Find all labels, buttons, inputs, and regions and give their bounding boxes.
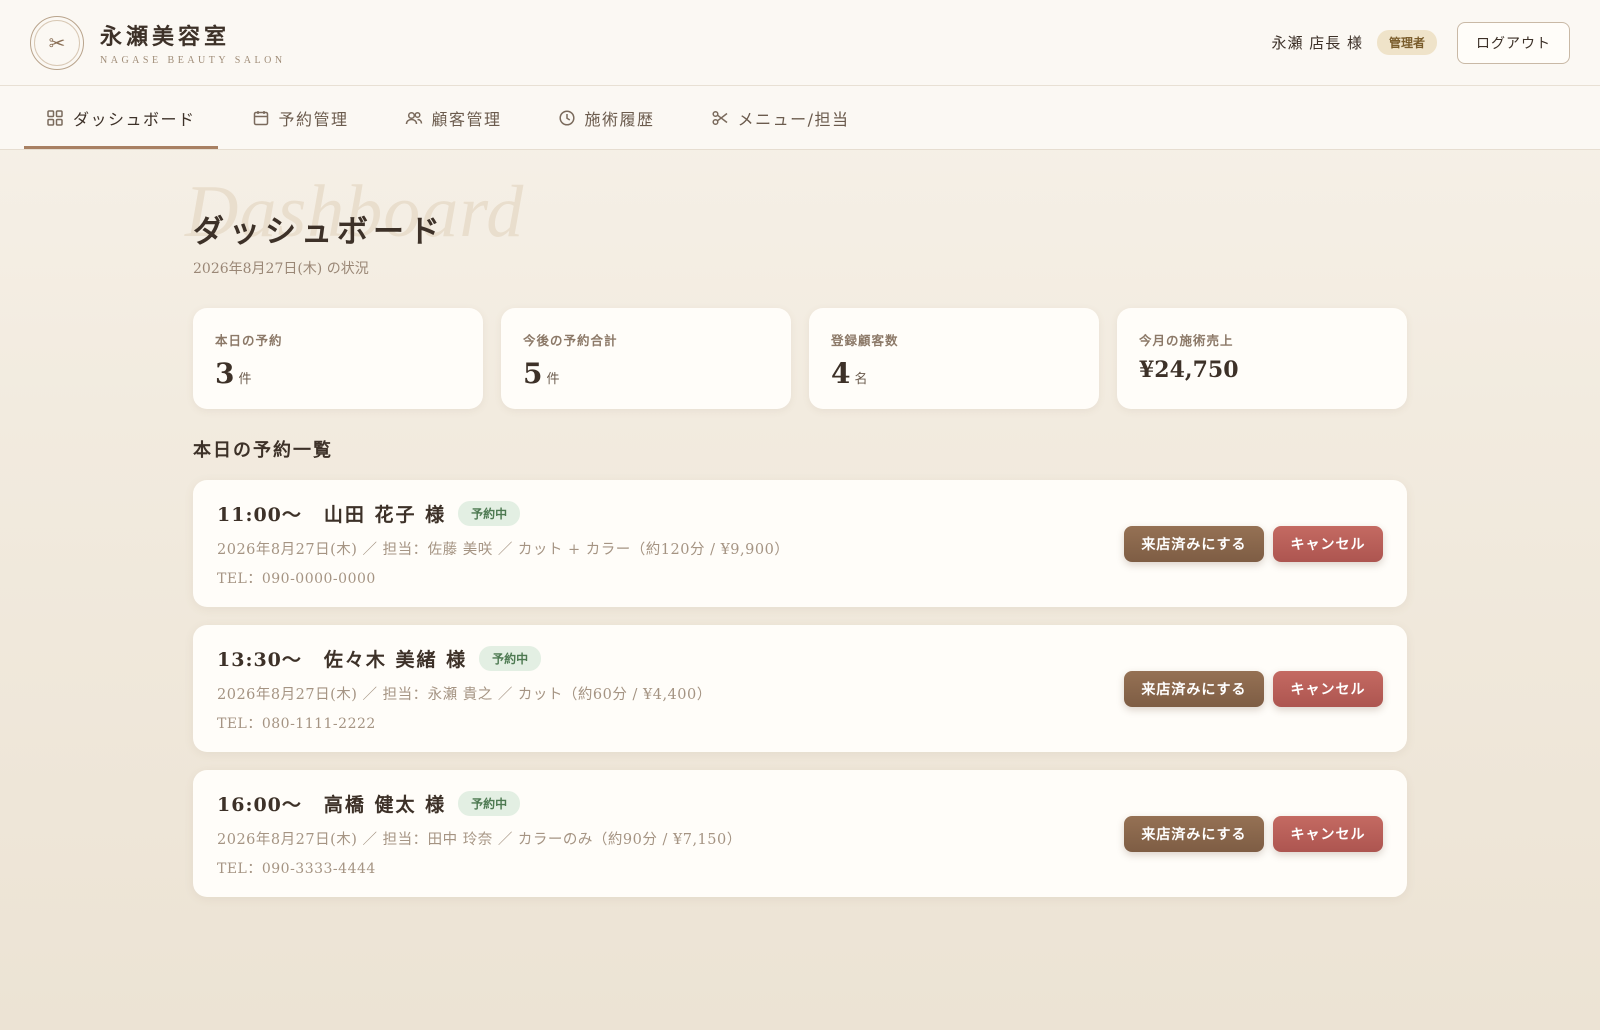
main-nav: ダッシュボード 予約管理 顧客管理 施術履歴 メニュー/担当	[0, 86, 1600, 150]
stat-label: 今後の予約合計	[523, 333, 618, 348]
stat-label: 本日の予約	[215, 333, 283, 348]
appointment-header: 16:00〜 高橋 健太 様 予約中	[217, 790, 1383, 817]
scissors-icon	[712, 110, 728, 125]
appointment-tel: TEL：090-0000-0000	[217, 571, 376, 587]
section-title: 本日の予約一覧	[193, 440, 333, 461]
mark-visited-button[interactable]: 来店済みにする	[1124, 671, 1264, 707]
status-badge: 予約中	[479, 646, 542, 671]
stat-label: 登録顧客数	[831, 333, 899, 348]
appointment-card: 13:30〜 佐々木 美緒 様 予約中 2026年8月27日(木) ／ 担当：永…	[193, 625, 1407, 752]
user-area: 永瀬 店長 様 管理者 ログアウト	[1271, 21, 1570, 64]
mark-visited-button[interactable]: 来店済みにする	[1124, 526, 1264, 562]
tab-label: 顧客管理	[431, 109, 502, 129]
appointment-tel: TEL：090-3333-4444	[217, 861, 376, 877]
appointment-list: 11:00〜 山田 花子 様 予約中 2026年8月27日(木) ／ 担当：佐藤…	[193, 480, 1407, 915]
stats-row: 本日の予約 3 件 今後の予約合計 5 件 登録顧客数 4 名 今月の施術売上 …	[193, 308, 1407, 409]
appointment-header: 13:30〜 佐々木 美緒 様 予約中	[217, 645, 1383, 672]
stat-unit: 件	[546, 372, 560, 387]
salon-name: 永瀬美容室	[100, 25, 231, 50]
stat-monthly-sales: 今月の施術売上 ¥24,750	[1117, 308, 1407, 409]
users-icon	[405, 111, 422, 124]
brand-text: 永瀬美容室 NAGASE BEAUTY SALON	[100, 19, 286, 66]
status-badge: 予約中	[458, 501, 521, 526]
appointment-header: 11:00〜 山田 花子 様 予約中	[217, 500, 1383, 527]
cancel-button[interactable]: キャンセル	[1273, 526, 1383, 562]
appointment-time: 11:00〜	[217, 504, 302, 526]
app-header: ✂ 永瀬美容室 NAGASE BEAUTY SALON 永瀬 店長 様 管理者 …	[0, 0, 1600, 86]
appointment-card: 16:00〜 高橋 健太 様 予約中 2026年8月27日(木) ／ 担当：田中…	[193, 770, 1407, 897]
clock-icon	[558, 109, 575, 126]
calendar-icon	[253, 110, 268, 125]
status-badge: 予約中	[458, 791, 521, 816]
stat-value: 5 件	[523, 357, 769, 390]
logout-button[interactable]: ログアウト	[1457, 21, 1570, 64]
tab-menu-staff[interactable]: メニュー/担当	[689, 86, 872, 149]
stat-registered-customers: 登録顧客数 4 名	[809, 308, 1099, 409]
stat-label: 今月の施術売上	[1139, 333, 1234, 348]
page-subtitle: 2026年8月27日(木) の状況	[193, 261, 369, 277]
appointment-time: 13:30〜	[217, 649, 302, 671]
user-name: 永瀬 店長 様	[1271, 34, 1363, 52]
tab-history[interactable]: 施術履歴	[536, 86, 677, 149]
cancel-button[interactable]: キャンセル	[1273, 816, 1383, 852]
appointment-card: 11:00〜 山田 花子 様 予約中 2026年8月27日(木) ／ 担当：佐藤…	[193, 480, 1407, 607]
appointment-tel: TEL：080-1111-2222	[217, 716, 376, 732]
stat-number: ¥24,750	[1139, 357, 1239, 383]
mark-visited-button[interactable]: 来店済みにする	[1124, 816, 1264, 852]
tab-label: メニュー/担当	[737, 109, 850, 129]
customer-name: 山田 花子 様	[323, 504, 447, 526]
stat-number: 5	[523, 357, 543, 390]
tab-reservations[interactable]: 予約管理	[230, 86, 371, 149]
tab-dashboard[interactable]: ダッシュボード	[24, 86, 218, 149]
tab-customers[interactable]: 顧客管理	[383, 86, 524, 149]
stat-value: 4 名	[831, 357, 1077, 390]
appointment-time: 16:00〜	[217, 794, 302, 816]
stat-value: ¥24,750	[1139, 357, 1385, 383]
salon-logo: ✂	[30, 15, 84, 70]
role-badge: 管理者	[1376, 30, 1437, 55]
appointment-actions: 来店済みにする キャンセル	[1124, 671, 1383, 707]
tab-label: 施術履歴	[584, 109, 655, 129]
stat-unit: 名	[854, 372, 868, 387]
appointment-actions: 来店済みにする キャンセル	[1124, 816, 1383, 852]
stat-today-reservations: 本日の予約 3 件	[193, 308, 483, 409]
customer-name: 高橋 健太 様	[323, 794, 447, 816]
tab-label: 予約管理	[278, 109, 349, 129]
grid-icon	[47, 109, 63, 126]
customer-name: 佐々木 美緒 様	[323, 649, 468, 671]
stat-upcoming-reservations: 今後の予約合計 5 件	[501, 308, 791, 409]
salon-subtitle: NAGASE BEAUTY SALON	[100, 55, 286, 66]
scissors-logo-icon: ✂	[48, 30, 66, 55]
appointment-actions: 来店済みにする キャンセル	[1124, 526, 1383, 562]
tab-label: ダッシュボード	[73, 109, 196, 129]
cancel-button[interactable]: キャンセル	[1273, 671, 1383, 707]
page-title: ダッシュボード	[193, 214, 445, 250]
stat-number: 3	[215, 357, 235, 390]
stat-unit: 件	[238, 372, 252, 387]
brand[interactable]: ✂ 永瀬美容室 NAGASE BEAUTY SALON	[30, 15, 286, 70]
stat-value: 3 件	[215, 357, 461, 390]
stat-number: 4	[831, 357, 851, 390]
